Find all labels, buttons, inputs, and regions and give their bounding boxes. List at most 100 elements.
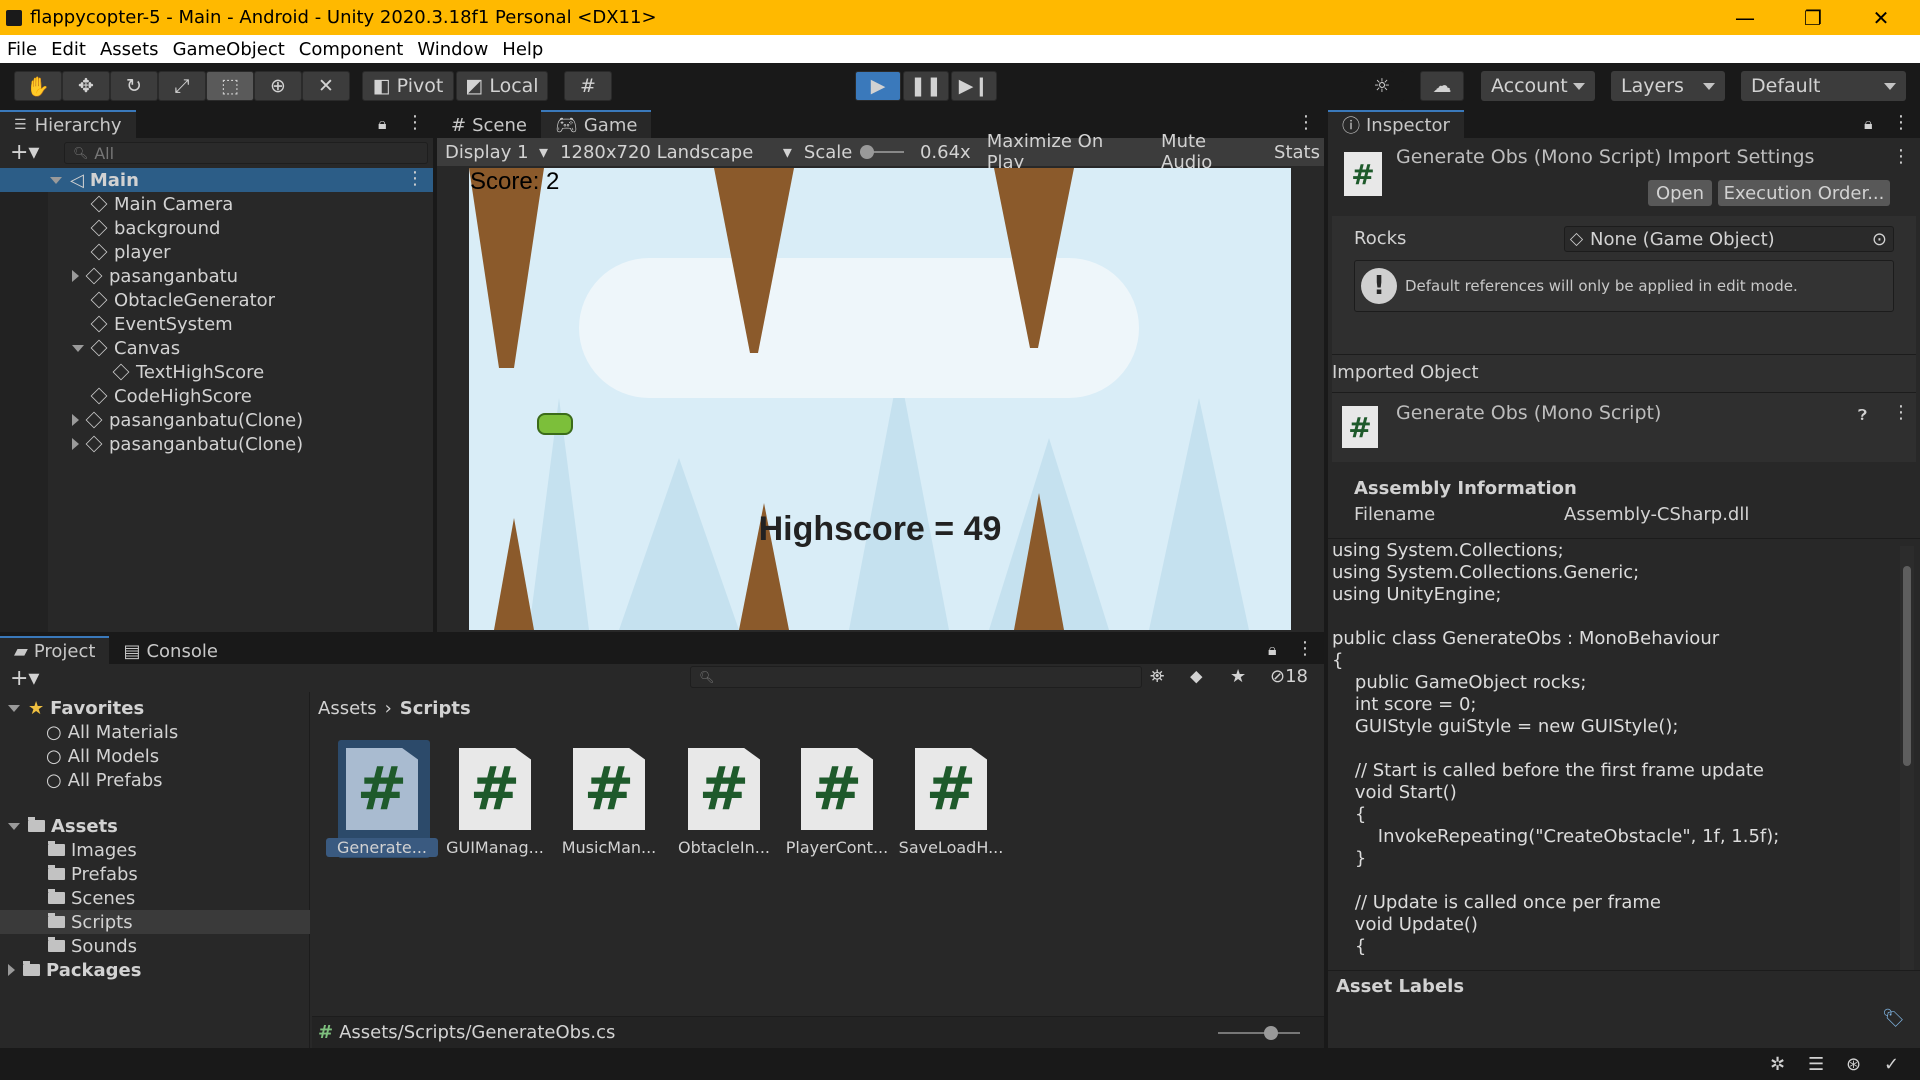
menu-gameobject[interactable]: GameObject [166,39,292,60]
expand-icon[interactable] [72,414,79,426]
hierarchy-item[interactable]: pasanganbatu(Clone) [72,432,303,456]
tab-inspector[interactable]: ⓘ Inspector [1328,110,1464,138]
folder-item[interactable]: Scenes [48,886,135,910]
menu-assets[interactable]: Assets [93,39,166,60]
transform-tool-icon[interactable]: ⊕ [254,71,302,101]
create-icon[interactable]: +▾ [10,666,39,691]
mute-audio-toggle[interactable]: Mute Audio [1153,131,1270,173]
hierarchy-item[interactable]: pasanganbatu [72,264,238,288]
expand-icon[interactable] [72,270,79,282]
file-name[interactable]: ObtacleIn... [668,838,780,857]
file-name[interactable]: GUIManag... [439,838,551,857]
menu-edit[interactable]: Edit [44,39,93,60]
hierarchy-item[interactable]: background [90,216,220,240]
layout-dropdown[interactable]: Default [1741,71,1906,101]
more-menu-icon[interactable]: ⋮ [406,112,424,133]
account-dropdown[interactable]: Account [1481,71,1595,101]
menu-file[interactable]: File [0,39,44,60]
stats-toggle[interactable]: Stats [1270,142,1324,163]
folder-item-selected[interactable]: Scripts [48,910,133,934]
restore-button[interactable]: ❐ [1783,0,1843,35]
expand-icon[interactable] [72,438,79,450]
menu-help[interactable]: Help [495,39,550,60]
tag-icon[interactable]: 🏷︎ [1882,1008,1905,1029]
lock-icon[interactable]: 🔒︎ [1268,640,1277,660]
favorite-item[interactable]: ○ All Prefabs [46,768,163,792]
file-name[interactable]: SaveLoadH... [895,838,1007,857]
assets-row[interactable]: Assets [8,814,118,838]
favorite-star-icon[interactable]: ★ [1230,666,1246,687]
bug-icon[interactable]: ✲ [1770,1054,1785,1075]
more-menu-icon[interactable]: ⋮ [1892,112,1910,133]
minimize-button[interactable]: — [1715,0,1775,35]
favorites-row[interactable]: ★ Favorites [8,696,144,720]
hierarchy-item[interactable]: EventSystem [90,312,233,336]
maximize-on-play-toggle[interactable]: Maximize On Play [979,131,1153,173]
more-menu-icon[interactable]: ⋮ [1296,638,1314,659]
hidden-packages-toggle[interactable]: ⊘18 [1270,666,1308,687]
script-file-icon[interactable]: # [801,748,873,830]
cloud-icon[interactable]: ☁ [1420,71,1464,101]
favorite-item[interactable]: ○ All Models [46,744,159,768]
filter-type-icon[interactable]: ⛯ [1150,666,1164,687]
scene-more-icon[interactable]: ⋮ [406,168,424,189]
script-file-icon[interactable]: # [915,748,987,830]
hierarchy-item[interactable]: CodeHighScore [90,384,252,408]
lock-icon[interactable]: 🔒︎ [1864,114,1873,134]
custom-tool-icon[interactable]: ✕ [302,71,350,101]
tab-console[interactable]: ▤ Console [109,636,232,664]
folder-item[interactable]: Images [48,838,137,862]
scale-tool-icon[interactable]: ⤢ [158,71,206,101]
hierarchy-search-input[interactable]: 🔍︎ All [64,142,428,164]
scale-slider[interactable] [860,145,904,159]
execution-order-button[interactable]: Execution Order... [1718,180,1890,206]
file-name[interactable]: MusicMan... [553,838,665,857]
project-search-input[interactable]: 🔍︎ [690,666,1142,688]
close-button[interactable]: ✕ [1851,0,1911,35]
tab-game[interactable]: 🎮︎ Game [540,110,652,138]
lock-icon[interactable]: 🔒︎ [378,114,387,134]
hierarchy-item[interactable]: ObtacleGenerator [90,288,275,312]
pivot-button[interactable]: ◧ Pivot [362,71,454,101]
slider-knob[interactable] [1264,1026,1278,1040]
hierarchy-item[interactable]: Canvas [72,336,180,360]
hierarchy-item[interactable]: Main Camera [90,192,233,216]
scene-row[interactable]: ◁ Main [50,168,139,192]
hierarchy-item[interactable]: player [90,240,171,264]
breadcrumb-scripts[interactable]: Scripts [400,698,471,719]
rect-tool-icon[interactable]: ⬚ [206,71,254,101]
file-name[interactable]: Generate... [326,838,438,857]
script-file-icon[interactable]: # [459,748,531,830]
menu-component[interactable]: Component [292,39,411,60]
tab-hierarchy[interactable]: ☰ Hierarchy [0,110,136,138]
slider-knob[interactable] [860,145,875,159]
hand-tool-icon[interactable]: ✋ [14,71,62,101]
grid-snap-icon[interactable]: # [564,71,612,101]
rotate-tool-icon[interactable]: ↻ [110,71,158,101]
icon-size-slider[interactable] [1218,1026,1300,1040]
pause-button[interactable]: ❚❚ [903,71,949,101]
layers-dropdown[interactable]: Layers [1611,71,1725,101]
move-tool-icon[interactable]: ✥ [62,71,110,101]
tab-project[interactable]: ▰ Project [0,636,110,664]
expand-icon[interactable] [72,344,84,352]
rocks-object-field[interactable]: None (Game Object) ⊙ [1564,226,1894,252]
script-file-icon[interactable]: # [573,748,645,830]
add-icon[interactable]: +▾ [10,140,39,165]
play-button[interactable]: ▶ [855,71,901,101]
step-button[interactable]: ▶❙ [951,71,997,101]
script-file-icon[interactable]: # [688,748,760,830]
script-file-icon[interactable]: # [346,748,418,830]
checkmark-icon[interactable]: ✓ [1884,1054,1899,1075]
imported-more-icon[interactable]: ⋮ [1892,402,1910,423]
inspector-more-icon[interactable]: ⋮ [1892,146,1910,167]
local-button[interactable]: ◩ Local [456,71,548,101]
object-picker-icon[interactable]: ⊙ [1872,229,1887,250]
favorite-item[interactable]: ○ All Materials [46,720,178,744]
more-menu-icon[interactable]: ⋮ [1297,112,1315,133]
open-button[interactable]: Open [1648,180,1712,206]
scrollbar-thumb[interactable] [1903,566,1911,766]
packages-row[interactable]: Packages [8,958,141,982]
layers-stack-icon[interactable]: ☰ [1808,1054,1824,1075]
folder-item[interactable]: Prefabs [48,862,138,886]
